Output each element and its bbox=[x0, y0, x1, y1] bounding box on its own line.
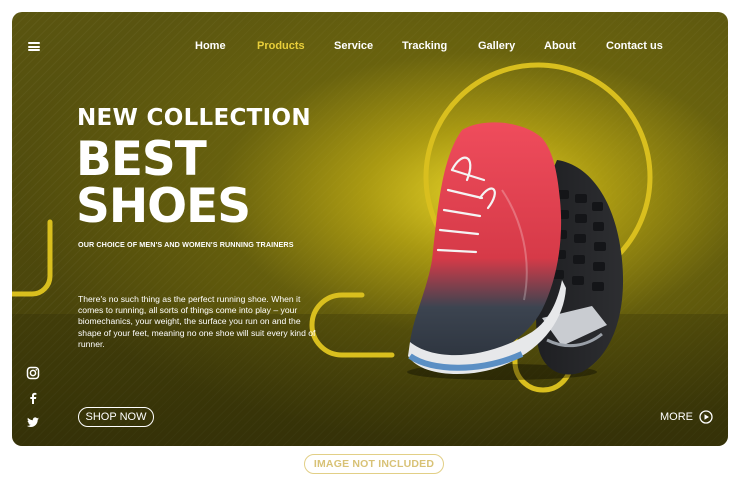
nav-gallery[interactable]: Gallery bbox=[478, 40, 515, 52]
headline-line-2: SHOES bbox=[76, 179, 251, 234]
hero-tagline: OUR CHOICE OF MEN'S AND WOMEN'S RUNNING … bbox=[78, 240, 294, 249]
twitter-icon[interactable] bbox=[26, 415, 40, 429]
facebook-icon[interactable] bbox=[26, 391, 40, 405]
nav-about[interactable]: About bbox=[544, 40, 576, 52]
landing-hero-card: Home Products Service Tracking Gallery A… bbox=[12, 12, 728, 446]
nav-tracking[interactable]: Tracking bbox=[402, 40, 447, 52]
nav-service[interactable]: Service bbox=[334, 40, 373, 52]
main-nav: Home Products Service Tracking Gallery A… bbox=[12, 38, 728, 56]
hero-headline: BEST SHOES bbox=[76, 132, 251, 234]
shop-now-button[interactable]: SHOP NOW bbox=[78, 407, 154, 427]
more-button[interactable]: MORE bbox=[660, 409, 713, 425]
nav-products[interactable]: Products bbox=[257, 40, 305, 52]
image-not-included-badge: IMAGE NOT INCLUDED bbox=[304, 454, 444, 474]
hero-kicker: NEW COLLECTION bbox=[77, 105, 311, 131]
more-label: MORE bbox=[660, 411, 693, 423]
edge-loop bbox=[12, 219, 53, 297]
nav-home[interactable]: Home bbox=[195, 40, 226, 52]
headline-line-1: BEST bbox=[76, 132, 207, 187]
play-arrow-icon bbox=[699, 410, 713, 424]
nav-contact-us[interactable]: Contact us bbox=[606, 40, 663, 52]
hero-description: There's no such thing as the perfect run… bbox=[78, 294, 316, 349]
instagram-icon[interactable] bbox=[26, 366, 40, 380]
running-shoe-image bbox=[407, 122, 624, 380]
